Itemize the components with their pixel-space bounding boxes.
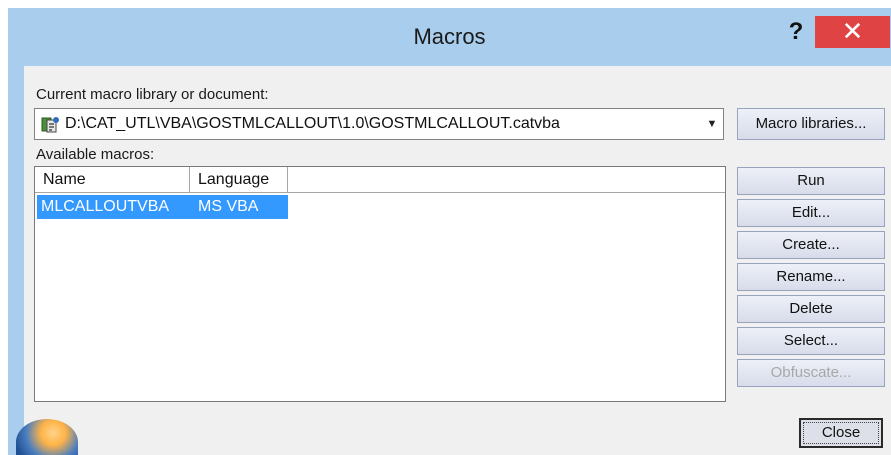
catia-logo-icon [16,419,78,455]
edit-button[interactable]: Edit... [737,199,885,227]
obfuscate-button: Obfuscate... [737,359,885,387]
run-button[interactable]: Run [737,167,885,195]
macro-language-cell: MS VBA [198,198,259,215]
help-button[interactable]: ? [776,18,816,46]
table-row[interactable]: MLCALLOUTVBA MS VBA [37,195,288,219]
macro-name-cell: MLCALLOUTVBA [41,198,170,215]
dialog-title: Macros [413,24,486,49]
library-combobox[interactable]: D:\CAT_UTL\VBA\GOSTMLCALLOUT\1.0\GOSTMLC… [34,108,724,140]
title-bar: Macros ? ✕ [8,8,891,66]
column-header-filler [288,167,725,193]
delete-button[interactable]: Delete [737,295,885,323]
column-header-language[interactable]: Language [190,167,288,193]
column-header-name[interactable]: Name [35,167,190,193]
create-button[interactable]: Create... [737,231,885,259]
library-label: Current macro library or document: [36,86,269,103]
rename-button[interactable]: Rename... [737,263,885,291]
macros-list[interactable]: Name Language MLCALLOUTVBA MS VBA [34,166,726,402]
library-path: D:\CAT_UTL\VBA\GOSTMLCALLOUT\1.0\GOSTMLC… [65,115,560,132]
select-button[interactable]: Select... [737,327,885,355]
close-button[interactable]: Close [799,418,883,448]
chevron-down-icon[interactable]: ▼ [701,109,723,139]
dialog-client-area: Current macro library or document: D:\CA… [16,66,891,455]
macro-libraries-button[interactable]: Macro libraries... [737,108,885,140]
available-macros-label: Available macros: [36,146,155,163]
window-close-button[interactable]: ✕ [815,16,890,48]
vba-library-icon [41,117,59,133]
macros-dialog: Macros ? ✕ Current macro library or docu… [8,8,891,455]
